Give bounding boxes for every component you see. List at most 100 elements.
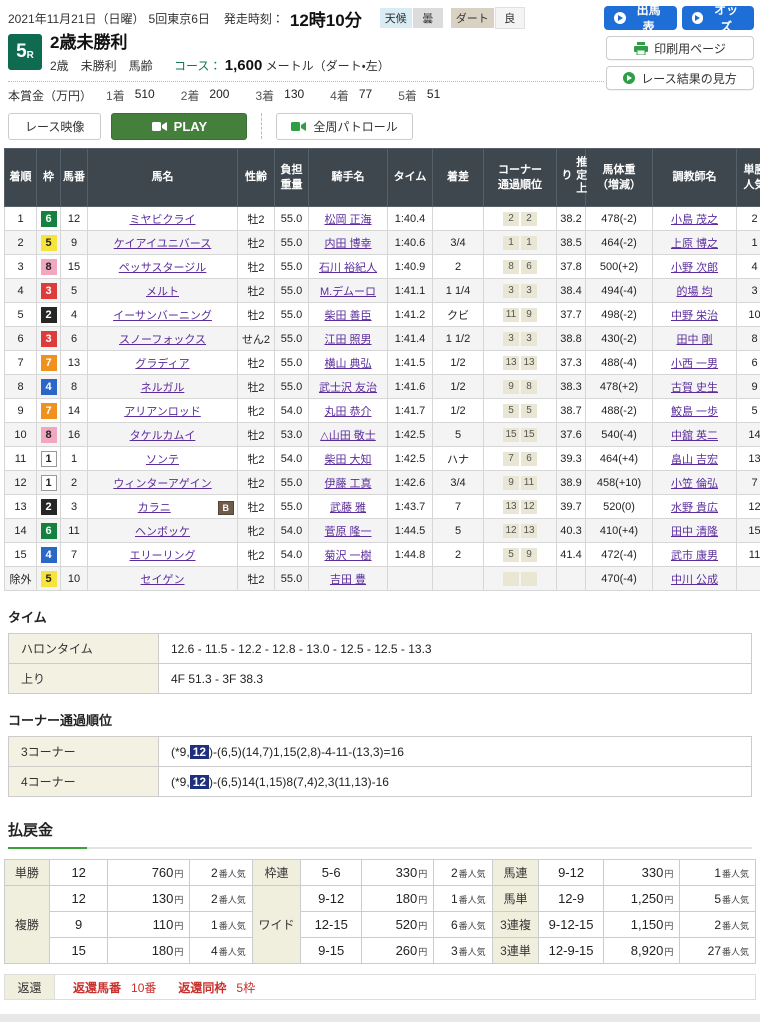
win-popularity: 14 <box>737 423 760 447</box>
payout-combination: 12-9 <box>539 886 603 912</box>
jockey-link[interactable]: 丸田 恭介 <box>324 406 371 418</box>
trainer-link[interactable]: 小島 茂之 <box>671 214 718 226</box>
jockey-link[interactable]: M.デムーロ <box>320 286 376 298</box>
corner-position-chip: 13 <box>521 356 537 370</box>
print-page-button[interactable]: 印刷用ページ <box>606 36 754 60</box>
jockey-link[interactable]: △山田 敬士 <box>320 430 376 442</box>
jockey-link[interactable]: 柴田 大知 <box>324 454 371 466</box>
trainer-link[interactable]: 鮫島 一歩 <box>671 406 718 418</box>
jockey-link[interactable]: 石川 裕紀人 <box>319 262 377 274</box>
jockey-link[interactable]: 伊藤 工真 <box>324 478 371 490</box>
trainer-link[interactable]: 的場 均 <box>676 286 712 298</box>
horse-link[interactable]: スノーフォックス <box>119 334 206 346</box>
jockey-link[interactable]: 柴田 善臣 <box>324 310 371 322</box>
corner-order-cell: 1515 <box>484 423 557 447</box>
play-button-label: PLAY <box>174 119 207 134</box>
corner-row: 3コーナー(*9,12)-(6,5)(14,7)1,15(2,8)-4-11-(… <box>9 737 752 767</box>
finish-time: 1:41.7 <box>388 399 433 423</box>
corner-position-chip: 3 <box>521 284 537 298</box>
result-guide-button[interactable]: レース結果の見方 <box>606 66 754 90</box>
horse-link[interactable]: ミヤビクライ <box>130 214 196 226</box>
jockey-link[interactable]: 菊沢 一樹 <box>324 550 371 562</box>
corner-row: 4コーナー(*9,12)-(6,5)14(1,15)8(7,4)2,3(11,1… <box>9 767 752 797</box>
arrow-circle-icon <box>614 12 626 24</box>
jockey-link[interactable]: 松岡 正海 <box>324 214 371 226</box>
finish-time: 1:42.5 <box>388 423 433 447</box>
trainer-link[interactable]: 小笠 倫弘 <box>671 478 718 490</box>
play-button[interactable]: PLAY <box>111 113 247 140</box>
trainer-link[interactable]: 中川 公成 <box>671 574 718 586</box>
margin: 2 <box>433 255 484 279</box>
win-popularity: 12 <box>737 495 760 519</box>
horse-number: 4 <box>61 303 88 327</box>
odds-button[interactable]: オッズ <box>682 6 755 30</box>
jockey-link[interactable]: 内田 博幸 <box>324 238 371 250</box>
jockey-link[interactable]: 菅原 隆一 <box>324 526 371 538</box>
trainer-link[interactable]: 中野 栄治 <box>671 310 718 322</box>
jockey-link[interactable]: 吉田 豊 <box>330 574 366 586</box>
horse-link[interactable]: イーサンバーニング <box>113 310 212 322</box>
estimated-last-3f: 40.3 <box>557 519 586 543</box>
horse-link[interactable]: ヘンボッケ <box>135 526 190 538</box>
horse-link[interactable]: ソンテ <box>146 454 179 466</box>
payout-popularity-unit: 番人気 <box>219 869 246 879</box>
trainer-link[interactable]: 中舘 英二 <box>671 430 718 442</box>
patrol-video-button[interactable]: 全周パトロール <box>276 113 412 140</box>
trainer-link[interactable]: 古賀 史生 <box>671 382 718 394</box>
payout-amount: 110円 <box>108 912 190 938</box>
finish-time: 1:41.4 <box>388 327 433 351</box>
trainer-link[interactable]: 水野 貴広 <box>671 502 718 514</box>
jockey-link[interactable]: 武士沢 友治 <box>319 382 377 394</box>
trainer-cell: 小島 茂之 <box>653 207 737 231</box>
horse-number: 15 <box>61 255 88 279</box>
corner-order-cell: 1312 <box>484 495 557 519</box>
trainer-link[interactable]: 武市 康男 <box>671 550 718 562</box>
corner-position-chip: 15 <box>521 428 537 442</box>
sex-age: 牡2 <box>238 375 275 399</box>
payout-amount-value: 180 <box>152 943 174 958</box>
jockey-link[interactable]: 横山 典弘 <box>324 358 371 370</box>
table-row: 9714アリアンロッド牝254.0丸田 恭介1:41.71/25538.7488… <box>5 399 760 423</box>
horse-name-cell: ネルガル <box>88 375 238 399</box>
trainer-link[interactable]: 畠山 吉宏 <box>671 454 718 466</box>
horse-link[interactable]: タケルカムイ <box>130 430 196 442</box>
horse-link[interactable]: ネルガル <box>141 382 185 394</box>
horse-link[interactable]: ペッサスタージル <box>119 262 207 274</box>
horse-weight: 410(+4) <box>586 519 653 543</box>
horse-link[interactable]: セイゲン <box>141 574 185 586</box>
horse-number: 6 <box>61 327 88 351</box>
horse-link[interactable]: エリーリング <box>130 550 196 562</box>
win-popularity: 8 <box>737 327 760 351</box>
horse-name-cell: エリーリング <box>88 543 238 567</box>
finish-position: 13 <box>5 495 37 519</box>
sex-age: 牡2 <box>238 207 275 231</box>
trainer-link[interactable]: 田中 清隆 <box>671 526 718 538</box>
corner-order-cell: 33 <box>484 279 557 303</box>
frame-number-badge: 5 <box>41 235 57 251</box>
horse-number: 14 <box>61 399 88 423</box>
race-video-button[interactable]: レース映像 <box>8 113 101 140</box>
jockey-link[interactable]: 江田 照男 <box>324 334 371 346</box>
frame-number-badge: 8 <box>41 259 57 275</box>
corner-order-cell: 11 <box>484 231 557 255</box>
entries-button[interactable]: 出馬表 <box>604 6 677 30</box>
payout-popularity-value: 5 <box>714 892 721 906</box>
trainer-link[interactable]: 小野 次郎 <box>671 262 718 274</box>
horse-link[interactable]: グラディア <box>135 358 189 370</box>
horse-link[interactable]: ウィンターアゲイン <box>113 478 211 490</box>
estimated-last-3f: 38.3 <box>557 375 586 399</box>
jockey-link[interactable]: 武藤 雅 <box>330 502 366 514</box>
trainer-link[interactable]: 小西 一男 <box>671 358 718 370</box>
payout-combination: 12 <box>49 886 108 912</box>
trainer-cell: 武市 康男 <box>653 543 737 567</box>
horse-link[interactable]: アリアンロッド <box>124 406 201 418</box>
trainer-link[interactable]: 田中 剛 <box>676 334 712 346</box>
refund-label: 返還 <box>5 975 55 999</box>
win-popularity: 6 <box>737 351 760 375</box>
horse-link[interactable]: メルト <box>146 286 179 298</box>
horse-link[interactable]: ケイアイユニバース <box>114 238 211 250</box>
print-page-button-label: 印刷用ページ <box>654 40 726 57</box>
trainer-link[interactable]: 上原 博之 <box>671 238 718 250</box>
finish-position: 9 <box>5 399 37 423</box>
horse-link[interactable]: カラニ <box>138 502 171 514</box>
